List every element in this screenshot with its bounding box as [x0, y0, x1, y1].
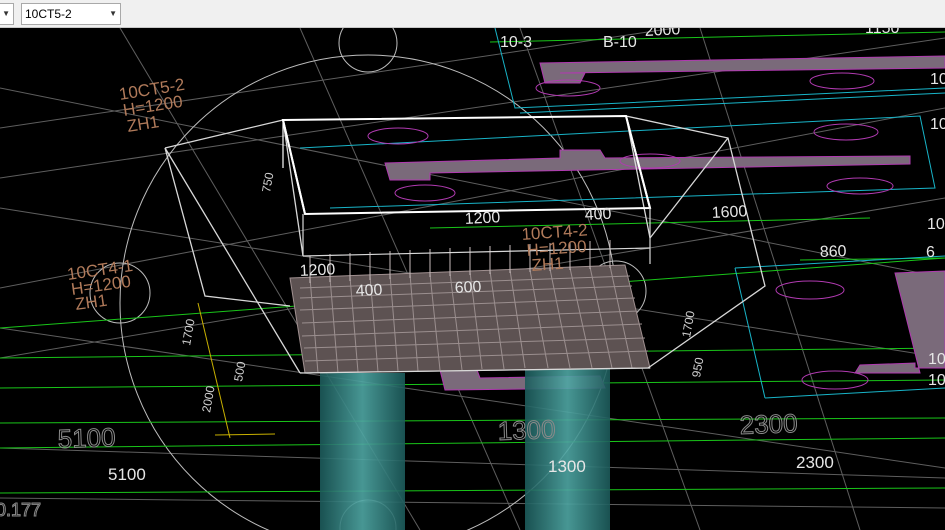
element-dropdown[interactable]: 10CT5-2 ▼	[21, 3, 121, 25]
pile-right	[525, 368, 610, 530]
dim-label: 1200	[299, 261, 336, 280]
dim-label: 1700	[179, 317, 197, 346]
dim-label: 2300	[796, 453, 834, 472]
grid-axis-label: 10	[928, 372, 945, 389]
grid-axis-label: 10	[928, 351, 945, 368]
dim-label: 1200	[464, 209, 501, 228]
grid-axis-label: B-10	[603, 34, 637, 51]
dim-label: 600	[454, 279, 482, 297]
pile-left	[320, 373, 405, 530]
dim-label: 2300	[739, 408, 798, 440]
dim-label: 400	[355, 282, 383, 300]
piles	[320, 368, 610, 530]
dim-label: 5100	[108, 465, 146, 484]
dim-label: 1700	[679, 309, 697, 338]
cad-3d-viewport[interactable]: 10CT5-2 H=1200 ZH1 10CT4-2 H=1200 ZH1 10…	[0, 28, 945, 530]
dim-label: 0.177	[0, 500, 41, 520]
dim-label: 1300	[497, 414, 556, 446]
dim-label: 860	[820, 243, 847, 261]
chevron-down-icon: ▼	[109, 9, 117, 18]
drawing-canvas[interactable]: 10CT5-2 H=1200 ZH1 10CT4-2 H=1200 ZH1 10…	[0, 28, 945, 530]
grid-axis-label: 6	[926, 244, 935, 261]
dim-label: 1300	[548, 457, 586, 476]
dim-label: 950	[689, 356, 706, 378]
dim-label: 500	[231, 360, 248, 382]
grid-axis-label: 10	[930, 116, 945, 133]
grid-axis-label: 10-3	[500, 34, 532, 51]
cap-label-pile: ZH1	[74, 291, 108, 314]
dim-label: 2000	[199, 384, 217, 413]
dim-label: 750	[259, 171, 276, 193]
dim-label: 5100	[57, 422, 116, 454]
dim-label: 1150	[865, 28, 900, 37]
chevron-down-icon: ▼	[2, 9, 10, 18]
cap-label-pile: ZH1	[126, 112, 161, 136]
grid-axis-label: 10	[927, 216, 945, 233]
layer-dropdown[interactable]: ▼	[0, 3, 14, 25]
dim-label: 1600	[711, 203, 748, 222]
element-dropdown-value: 10CT5-2	[25, 7, 72, 21]
toolbar: ▼ 10CT5-2 ▼	[0, 0, 945, 28]
dim-label: 400	[584, 206, 612, 224]
pile-cap	[289, 240, 651, 374]
cap-label-pile: ZH1	[531, 254, 564, 275]
dim-label: 2000	[644, 28, 681, 40]
grid-axis-label: 10	[930, 71, 945, 88]
